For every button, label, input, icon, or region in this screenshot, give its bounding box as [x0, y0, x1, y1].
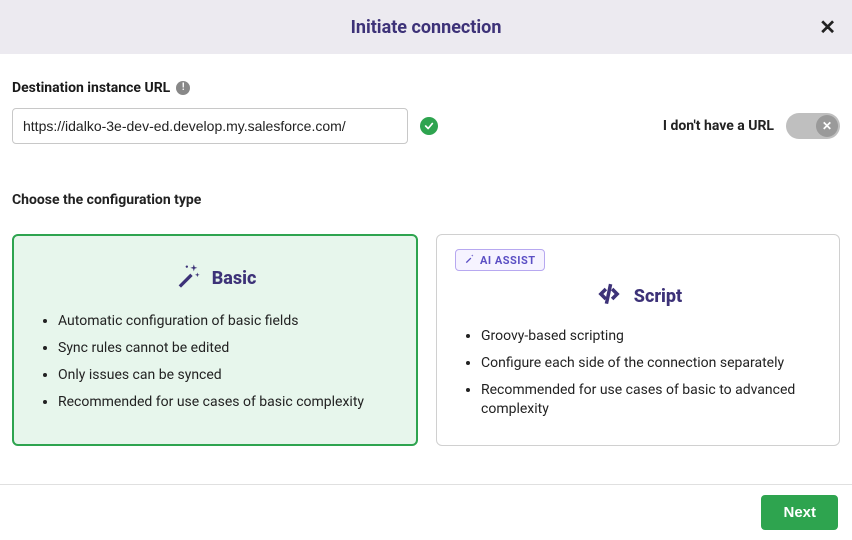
no-url-toggle[interactable]: ✕: [786, 113, 840, 139]
toggle-knob-off-icon: ✕: [816, 115, 838, 137]
dialog-header: Initiate connection ✕: [0, 0, 852, 54]
config-card-basic[interactable]: Basic Automatic configuration of basic f…: [12, 234, 418, 446]
card-script-title: Script: [634, 286, 682, 307]
list-item: Sync rules cannot be edited: [58, 339, 398, 358]
magic-wand-icon: [174, 262, 202, 294]
valid-check-icon: [420, 117, 438, 135]
list-item: Groovy-based scripting: [481, 327, 821, 346]
card-basic-title: Basic: [212, 268, 257, 289]
list-item: Configure each side of the connection se…: [481, 354, 821, 373]
dialog-body: Destination instance URL ! I don't have …: [0, 54, 852, 466]
url-row: I don't have a URL ✕: [12, 108, 840, 144]
info-icon[interactable]: !: [176, 81, 190, 95]
card-script-header: Script: [455, 279, 821, 313]
config-type-cards: Basic Automatic configuration of basic f…: [12, 234, 840, 446]
list-item: Recommended for use cases of basic to ad…: [481, 381, 821, 419]
ai-assist-label: AI ASSIST: [480, 254, 536, 267]
url-input-group: [12, 108, 438, 144]
card-basic-header: Basic: [32, 262, 398, 294]
dialog-footer: Next: [0, 484, 852, 540]
no-url-label: I don't have a URL: [663, 118, 774, 134]
list-item: Recommended for use cases of basic compl…: [58, 393, 398, 412]
ai-assist-badge: AI ASSIST: [455, 249, 545, 271]
url-field-label: Destination instance URL: [12, 80, 170, 96]
next-button[interactable]: Next: [761, 495, 838, 530]
url-label-row: Destination instance URL !: [12, 80, 840, 96]
list-item: Only issues can be synced: [58, 366, 398, 385]
sparkle-icon: [464, 253, 475, 267]
dialog-title: Initiate connection: [351, 17, 502, 38]
destination-url-input[interactable]: [12, 108, 408, 144]
config-type-label: Choose the configuration type: [12, 192, 840, 208]
card-script-list: Groovy-based scripting Configure each si…: [455, 327, 821, 419]
code-icon: [594, 279, 624, 313]
close-icon[interactable]: ✕: [819, 17, 836, 37]
no-url-toggle-group: I don't have a URL ✕: [663, 113, 840, 139]
config-card-script[interactable]: AI ASSIST Script Groovy-based scripting …: [436, 234, 840, 446]
card-basic-list: Automatic configuration of basic fields …: [32, 312, 398, 412]
list-item: Automatic configuration of basic fields: [58, 312, 398, 331]
